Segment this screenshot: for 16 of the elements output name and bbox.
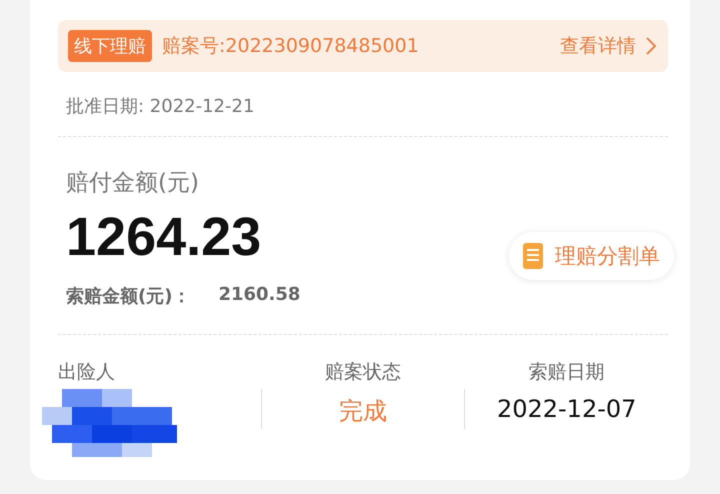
column-label: 出险人 (58, 360, 115, 385)
payout-label: 赔付金额(元) (66, 169, 200, 198)
column-label: 索赔日期 (528, 360, 605, 385)
payout-amount: 1264.23 (66, 210, 262, 264)
claim-amount-label: 索赔金额(元)： (66, 285, 190, 308)
claim-tag: 线下理赔 (68, 30, 152, 62)
claim-number: 赔案号:2022309078485001 (162, 34, 420, 59)
claim-amount: 2160.58 (218, 284, 300, 307)
details-link[interactable]: 查看详情 (560, 33, 656, 59)
column-value: 2022-12-07 (496, 395, 636, 423)
split-sheet-button[interactable]: 理赔分割单 (509, 232, 674, 280)
chevron-right-icon (646, 37, 656, 55)
approval-date: 批准日期: 2022-12-21 (65, 95, 256, 119)
column-label: 赔案状态 (325, 360, 401, 385)
document-icon (523, 242, 543, 268)
column-value: 完成 (339, 396, 387, 427)
